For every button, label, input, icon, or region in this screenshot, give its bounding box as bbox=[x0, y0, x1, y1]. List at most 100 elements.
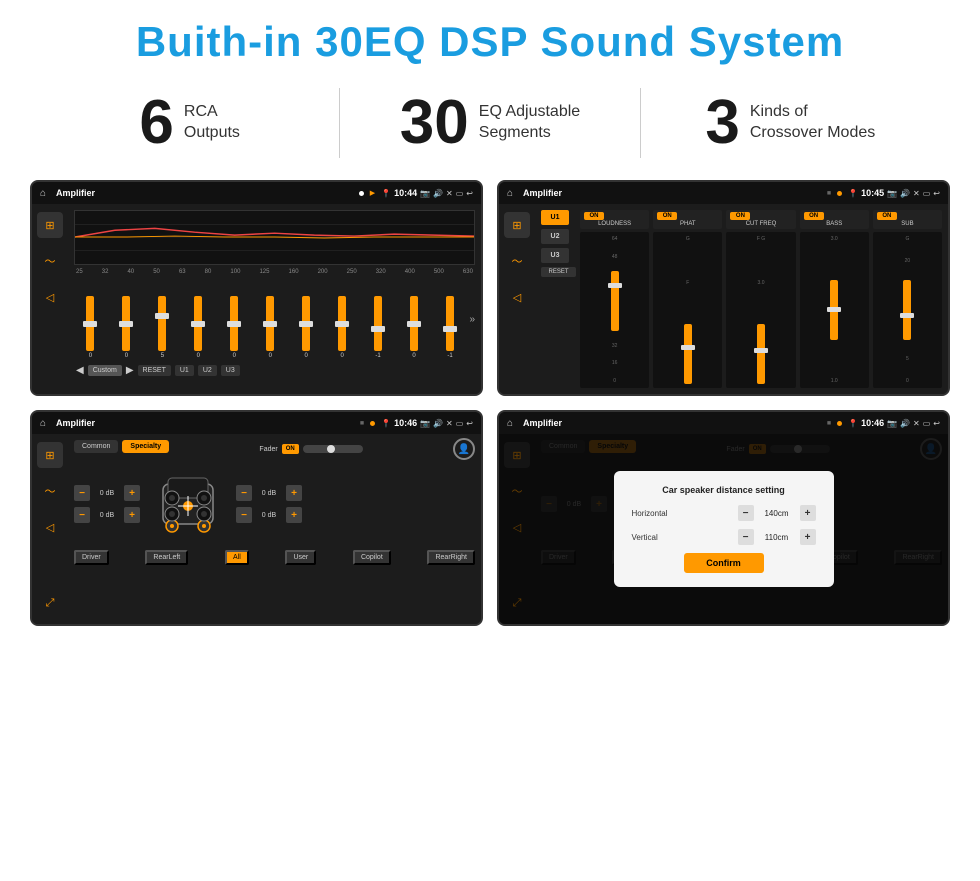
fader-bottom-btns: Driver RearLeft All User Copilot RearRig… bbox=[74, 550, 475, 565]
db-fr: − 0 dB + bbox=[236, 485, 302, 501]
db-rl-minus[interactable]: − bbox=[74, 507, 90, 523]
db-fr-plus[interactable]: + bbox=[286, 485, 302, 501]
close-icon-fader: ✕ bbox=[446, 419, 453, 428]
loudness-toggle[interactable]: ON bbox=[584, 212, 604, 220]
back-icon-eq[interactable]: ↩ bbox=[466, 189, 473, 198]
vertical-plus[interactable]: + bbox=[800, 529, 816, 545]
status-dot-xover bbox=[837, 191, 842, 196]
back-icon-fader[interactable]: ↩ bbox=[466, 419, 473, 428]
stat-eq: 30 EQ AdjustableSegments bbox=[360, 92, 619, 154]
fader-speaker-icon[interactable]: ◁ bbox=[37, 514, 63, 540]
xover-wave-icon[interactable]: 〜 bbox=[504, 248, 530, 274]
record-icon-fader: ■ bbox=[360, 420, 364, 427]
cutfreq-toggle[interactable]: ON bbox=[730, 212, 750, 220]
fader-expand-icon[interactable]: ⤢ bbox=[37, 590, 63, 616]
back-icon-xover[interactable]: ↩ bbox=[933, 189, 940, 198]
camera-icon-fdialog: 📷 bbox=[887, 419, 897, 428]
u1-btn-eq[interactable]: U1 bbox=[175, 365, 194, 376]
tab-specialty[interactable]: Specialty bbox=[122, 440, 169, 453]
battery-icon-xover: ▭ bbox=[923, 189, 931, 198]
status-title-xover: Amplifier bbox=[523, 188, 819, 198]
xover-preset-u1[interactable]: U1 bbox=[541, 210, 569, 225]
btn-rearleft[interactable]: RearLeft bbox=[145, 550, 188, 565]
xover-speaker-icon[interactable]: ◁ bbox=[504, 284, 530, 310]
fader-slider[interactable] bbox=[303, 445, 363, 453]
btn-all[interactable]: All bbox=[225, 550, 249, 565]
u2-btn-eq[interactable]: U2 bbox=[198, 365, 217, 376]
home-icon-fader[interactable]: ⌂ bbox=[40, 418, 46, 429]
status-time-xover: 10:45 bbox=[861, 188, 884, 198]
speaker-icon[interactable]: ◁ bbox=[37, 284, 63, 310]
btn-rearright[interactable]: RearRight bbox=[427, 550, 475, 565]
reset-btn-eq[interactable]: RESET bbox=[138, 365, 171, 376]
db-fr-minus[interactable]: − bbox=[236, 485, 252, 501]
xover-preset-u3[interactable]: U3 bbox=[541, 248, 569, 263]
phat-toggle[interactable]: ON bbox=[657, 212, 677, 220]
battery-icon-fader: ▭ bbox=[456, 419, 464, 428]
fader-avatar[interactable]: 👤 bbox=[453, 438, 475, 460]
tab-common[interactable]: Common bbox=[74, 440, 118, 453]
db-rr-plus[interactable]: + bbox=[286, 507, 302, 523]
fader-main: Common Specialty Fader ON 👤 bbox=[68, 434, 481, 624]
eq-icon[interactable]: ⊞ bbox=[37, 212, 63, 238]
db-rr-minus[interactable]: − bbox=[236, 507, 252, 523]
channel-bass: ON BASS 3.0 1.0 bbox=[800, 210, 869, 388]
close-icon-eq: ✕ bbox=[446, 189, 453, 198]
vertical-label: Vertical bbox=[632, 533, 658, 542]
xover-presets: U1 U2 U3 RESET bbox=[541, 210, 576, 388]
fader-wave-icon[interactable]: 〜 bbox=[37, 478, 63, 504]
eq-bottom: ◀ Custom ▶ RESET U1 U2 U3 bbox=[74, 363, 475, 378]
bass-slider-area: 3.0 1.0 bbox=[800, 232, 869, 388]
db-fl-minus[interactable]: − bbox=[74, 485, 90, 501]
xover-reset[interactable]: RESET bbox=[541, 267, 576, 277]
status-bar-eq: ⌂ Amplifier ▶ 📍 10:44 📷 🔊 ✕ ▭ ↩ bbox=[32, 182, 481, 204]
channel-sub: ON SUB G 20 5 0 bbox=[873, 210, 942, 388]
bass-toggle[interactable]: ON bbox=[804, 212, 824, 220]
home-icon[interactable]: ⌂ bbox=[40, 188, 46, 199]
db-rl-plus[interactable]: + bbox=[124, 507, 140, 523]
cutfreq-label: CUT FREQ bbox=[730, 221, 791, 227]
next-icon[interactable]: ▶ bbox=[126, 365, 134, 376]
stat-crossover: 3 Kinds ofCrossover Modes bbox=[661, 92, 920, 154]
vertical-minus[interactable]: − bbox=[738, 529, 754, 545]
sub-toggle[interactable]: ON bbox=[877, 212, 897, 220]
channel-loudness: ON LOUDNESS 64 48 32 16 0 bbox=[580, 210, 649, 388]
horizontal-minus[interactable]: − bbox=[738, 505, 754, 521]
stat-number-eq: 30 bbox=[400, 92, 469, 154]
phat-label: PHAT bbox=[657, 221, 718, 227]
u3-btn-eq[interactable]: U3 bbox=[221, 365, 240, 376]
back-icon-fdialog[interactable]: ↩ bbox=[933, 419, 940, 428]
fader-sidebar: ⊞ 〜 ◁ ⤢ bbox=[32, 434, 68, 624]
eq-expand[interactable]: » bbox=[469, 314, 475, 325]
db-fl-plus[interactable]: + bbox=[124, 485, 140, 501]
xover-preset-u2[interactable]: U2 bbox=[541, 229, 569, 244]
fader-eq-icon[interactable]: ⊞ bbox=[37, 442, 63, 468]
preset-custom[interactable]: Custom bbox=[88, 365, 122, 376]
fader-on-btn[interactable]: ON bbox=[282, 444, 299, 454]
btn-driver[interactable]: Driver bbox=[74, 550, 109, 565]
db-rl: − 0 dB + bbox=[74, 507, 140, 523]
prev-icon[interactable]: ◀ bbox=[76, 365, 84, 376]
home-icon-fdialog[interactable]: ⌂ bbox=[507, 418, 513, 429]
db-fl-value: 0 dB bbox=[93, 490, 121, 497]
dialog-box: Car speaker distance setting Horizontal … bbox=[614, 471, 834, 587]
btn-copilot[interactable]: Copilot bbox=[353, 550, 391, 565]
confirm-button[interactable]: Confirm bbox=[684, 553, 764, 573]
loudness-slider-area: 64 48 32 16 0 bbox=[580, 232, 649, 388]
fdialog-content-wrap: ⊞ 〜 ◁ ⤢ Common Specialty Fader ON bbox=[499, 434, 948, 624]
crossover-content: ⊞ 〜 ◁ U1 U2 U3 RESET ON LOUDNESS bbox=[499, 204, 948, 394]
camera-icon-fader: 📷 bbox=[420, 419, 430, 428]
db-rl-value: 0 dB bbox=[93, 512, 121, 519]
xover-sidebar: ⊞ 〜 ◁ bbox=[499, 204, 535, 394]
record-icon-fdialog: ■ bbox=[827, 420, 831, 427]
horizontal-label: Horizontal bbox=[632, 509, 668, 518]
horizontal-plus[interactable]: + bbox=[800, 505, 816, 521]
xover-eq-icon[interactable]: ⊞ bbox=[504, 212, 530, 238]
btn-user[interactable]: User bbox=[285, 550, 316, 565]
screenshots-grid: ⌂ Amplifier ▶ 📍 10:44 📷 🔊 ✕ ▭ ↩ ⊞ 〜 ◁ bbox=[0, 170, 980, 646]
xover-main: U1 U2 U3 RESET ON LOUDNESS 64 48 bbox=[535, 204, 948, 394]
loudness-label: LOUDNESS bbox=[584, 221, 645, 227]
home-icon-xover[interactable]: ⌂ bbox=[507, 188, 513, 199]
wave-icon[interactable]: 〜 bbox=[37, 248, 63, 274]
location-icon-xover: 📍 bbox=[848, 189, 858, 198]
